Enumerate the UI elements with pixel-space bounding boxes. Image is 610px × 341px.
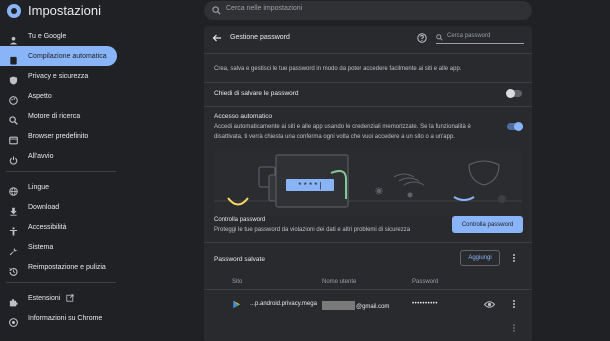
divider bbox=[204, 53, 532, 54]
sidebar-item-label: Informazioni su Chrome bbox=[28, 314, 103, 322]
page-title: Gestione password bbox=[230, 34, 290, 41]
add-password-button[interactable]: Aggiungi bbox=[460, 250, 500, 266]
shield-icon bbox=[9, 72, 18, 85]
saved-site: ...p.android.privacy.mega bbox=[250, 301, 317, 307]
accessibility-icon bbox=[9, 223, 18, 236]
sidebar-item-label: Download bbox=[28, 203, 60, 211]
check-passwords-title: Controlla password bbox=[214, 217, 266, 223]
search-icon bbox=[9, 112, 18, 125]
search-icon bbox=[436, 34, 443, 41]
offer-save-toggle[interactable] bbox=[506, 89, 522, 98]
sidebar-item-label: Tu e Google bbox=[28, 32, 67, 40]
column-header-password: Password bbox=[412, 279, 439, 285]
download-icon bbox=[9, 203, 18, 216]
sidebar-item-system[interactable]: Sistema bbox=[0, 237, 117, 257]
row-more-options-icon[interactable] bbox=[512, 300, 516, 310]
help-icon[interactable] bbox=[417, 33, 427, 43]
sidebar-item-extensions[interactable]: Estensioni bbox=[0, 288, 117, 308]
redacted-username bbox=[322, 301, 355, 310]
sidebar-item-autofill[interactable]: Compilazione automatica bbox=[0, 46, 117, 66]
sidebar-item-label: Lingue bbox=[28, 183, 50, 191]
password-manager-panel: Gestione password Cerca password Crea, s… bbox=[204, 26, 532, 341]
sidebar-divider bbox=[6, 171, 116, 172]
sidebar-item-label: Estensioni bbox=[28, 294, 61, 302]
divider bbox=[204, 106, 532, 107]
sidebar-item-reset[interactable]: Reimpostazione e pulizia bbox=[0, 257, 117, 277]
sidebar-item-label: Aspetto bbox=[28, 92, 52, 100]
top-bar: Impostazioni Cerca nelle impostazioni bbox=[0, 0, 610, 22]
panel-header: Gestione password Cerca password bbox=[204, 26, 532, 52]
sidebar-item-languages[interactable]: Lingue bbox=[0, 177, 117, 197]
section-description: Crea, salva e gestisci le tue password i… bbox=[214, 66, 462, 72]
sidebar-item-label: Sistema bbox=[28, 243, 54, 251]
divider bbox=[204, 242, 532, 243]
check-passwords-description: Proteggi le tue password da violazioni d… bbox=[214, 227, 411, 233]
palette-icon bbox=[9, 92, 18, 105]
sidebar-item-downloads[interactable]: Download bbox=[0, 197, 117, 217]
saved-username: @gmail.com bbox=[322, 301, 389, 310]
sidebar-item-label: Browser predefinito bbox=[28, 132, 89, 140]
more-options-icon[interactable] bbox=[512, 254, 516, 264]
column-header-username: Nome utente bbox=[322, 279, 357, 285]
auto-signin-description: Accedi automaticamente ai siti e alle ap… bbox=[214, 124, 471, 140]
app-title: Impostazioni bbox=[28, 3, 101, 18]
show-password-eye-icon[interactable] bbox=[484, 300, 495, 309]
sidebar-item-label: All'avvio bbox=[28, 152, 54, 160]
sidebar-item-search-engine[interactable]: Motore di ricerca bbox=[0, 106, 117, 126]
sidebar-item-accessibility[interactable]: Accessibilità bbox=[0, 217, 117, 237]
divider bbox=[204, 82, 532, 83]
sidebar-item-about-chrome[interactable]: Informazioni su Chrome bbox=[0, 308, 117, 328]
saved-password: •••••••••• bbox=[412, 301, 439, 307]
back-arrow-icon[interactable] bbox=[212, 33, 222, 43]
external-link-icon bbox=[66, 294, 74, 302]
sidebar-item-label: Privacy e sicurezza bbox=[28, 72, 89, 80]
svg-text:* * * * |: * * * * | bbox=[298, 181, 321, 190]
divider bbox=[204, 289, 532, 290]
row-more-options-icon[interactable] bbox=[512, 324, 516, 334]
chrome-icon bbox=[9, 314, 18, 327]
browser-icon bbox=[9, 132, 18, 144]
settings-search-bar[interactable]: Cerca nelle impostazioni bbox=[204, 1, 532, 20]
sidebar-item-you-and-google[interactable]: Tu e Google bbox=[0, 26, 117, 46]
search-icon bbox=[212, 6, 221, 15]
column-header-site: Sito bbox=[232, 279, 243, 285]
password-search-field[interactable]: Cerca password bbox=[436, 32, 524, 44]
sidebar-item-label: Accessibilità bbox=[28, 223, 67, 231]
sidebar-item-label: Motore di ricerca bbox=[28, 112, 81, 120]
google-play-icon bbox=[233, 300, 241, 309]
auto-signin-toggle[interactable] bbox=[507, 122, 523, 131]
history-icon bbox=[9, 263, 18, 276]
sidebar-item-label: Compilazione automatica bbox=[28, 52, 107, 60]
clipboard-icon bbox=[9, 52, 18, 65]
password-check-illustration: * * * * | bbox=[214, 151, 522, 216]
sidebar-item-appearance[interactable]: Aspetto bbox=[0, 86, 117, 106]
check-passwords-button[interactable]: Controlla password bbox=[452, 216, 523, 233]
sidebar: Tu e Google Compilazione automatica Priv… bbox=[0, 26, 120, 328]
person-icon bbox=[9, 32, 18, 45]
wrench-icon bbox=[9, 243, 18, 255]
power-icon bbox=[9, 152, 18, 165]
sidebar-item-default-browser[interactable]: Browser predefinito bbox=[0, 126, 117, 146]
sidebar-item-on-startup[interactable]: All'avvio bbox=[0, 146, 117, 166]
puzzle-icon bbox=[9, 294, 18, 306]
globe-icon bbox=[9, 183, 18, 196]
sidebar-divider bbox=[6, 282, 116, 283]
offer-save-label: Chiedi di salvare le password bbox=[214, 90, 299, 97]
auto-signin-label: Accesso automatico bbox=[214, 113, 273, 120]
password-search-input[interactable]: Cerca password bbox=[447, 33, 490, 39]
settings-search-input[interactable]: Cerca nelle impostazioni bbox=[226, 5, 302, 12]
sidebar-item-privacy[interactable]: Privacy e sicurezza bbox=[0, 66, 117, 86]
settings-logo-icon bbox=[7, 4, 21, 18]
sidebar-item-label: Reimpostazione e pulizia bbox=[28, 263, 106, 271]
saved-passwords-title: Password salvate bbox=[214, 256, 265, 263]
